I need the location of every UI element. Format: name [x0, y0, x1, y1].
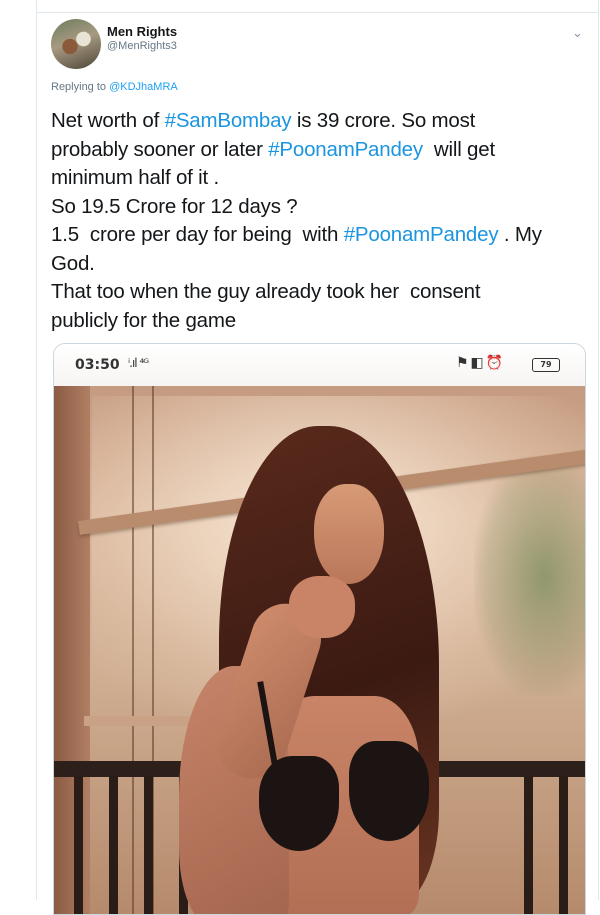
replying-to: Replying to @KDJhaMRA	[51, 81, 178, 93]
person-figure	[179, 426, 459, 914]
timeline-border-right	[598, 0, 599, 900]
tweet-line: So 19.5 Crore for 12 days ?	[51, 194, 298, 218]
tweet-media-screenshot[interactable]: 03:50 ⁱ.ıl ⁴ᴳ ⚑◧⏰ 79	[53, 343, 586, 915]
replying-label: Replying to	[51, 81, 110, 93]
chevron-down-icon[interactable]: ⌄	[572, 25, 583, 41]
tweet-text: Net worth of #SamBombay is 39 crore. So …	[51, 107, 591, 335]
author-name[interactable]: Men Rights	[107, 24, 177, 39]
hashtag-link[interactable]: #PoonamPandey	[344, 223, 499, 246]
tweet-line: Net worth of #SamBombay is 39 crore. So …	[51, 109, 476, 132]
tweet-line: minimum half of it .	[51, 166, 220, 189]
avatar[interactable]	[51, 19, 101, 69]
status-time: 03:50	[75, 357, 120, 373]
tweet-line: publicly for the game	[51, 308, 236, 332]
phone-status-bar: 03:50 ⁱ.ıl ⁴ᴳ ⚑◧⏰ 79	[54, 344, 585, 386]
author-handle[interactable]: @MenRights3	[107, 40, 177, 52]
replying-to-link[interactable]: @KDJhaMRA	[109, 81, 178, 93]
tweet[interactable]: Men Rights @MenRights3 ⌄ Replying to @KD…	[37, 13, 598, 915]
tweet-line: probably sooner or later #PoonamPandey w…	[51, 137, 495, 161]
tweet-line: 1.5 crore per day for being with #Poonam…	[51, 223, 542, 246]
tweet-line: That too when the guy already took her c…	[51, 280, 481, 303]
hashtag-link[interactable]: #PoonamPandey	[268, 138, 423, 161]
battery-icon: 79	[532, 358, 560, 372]
tweet-line: God.	[51, 251, 95, 275]
hashtag-link[interactable]: #SamBombay	[165, 109, 292, 132]
status-icons: ⚑◧⏰	[456, 355, 506, 371]
photo	[54, 386, 585, 914]
signal-icon: ⁱ.ıl ⁴ᴳ	[128, 356, 149, 370]
